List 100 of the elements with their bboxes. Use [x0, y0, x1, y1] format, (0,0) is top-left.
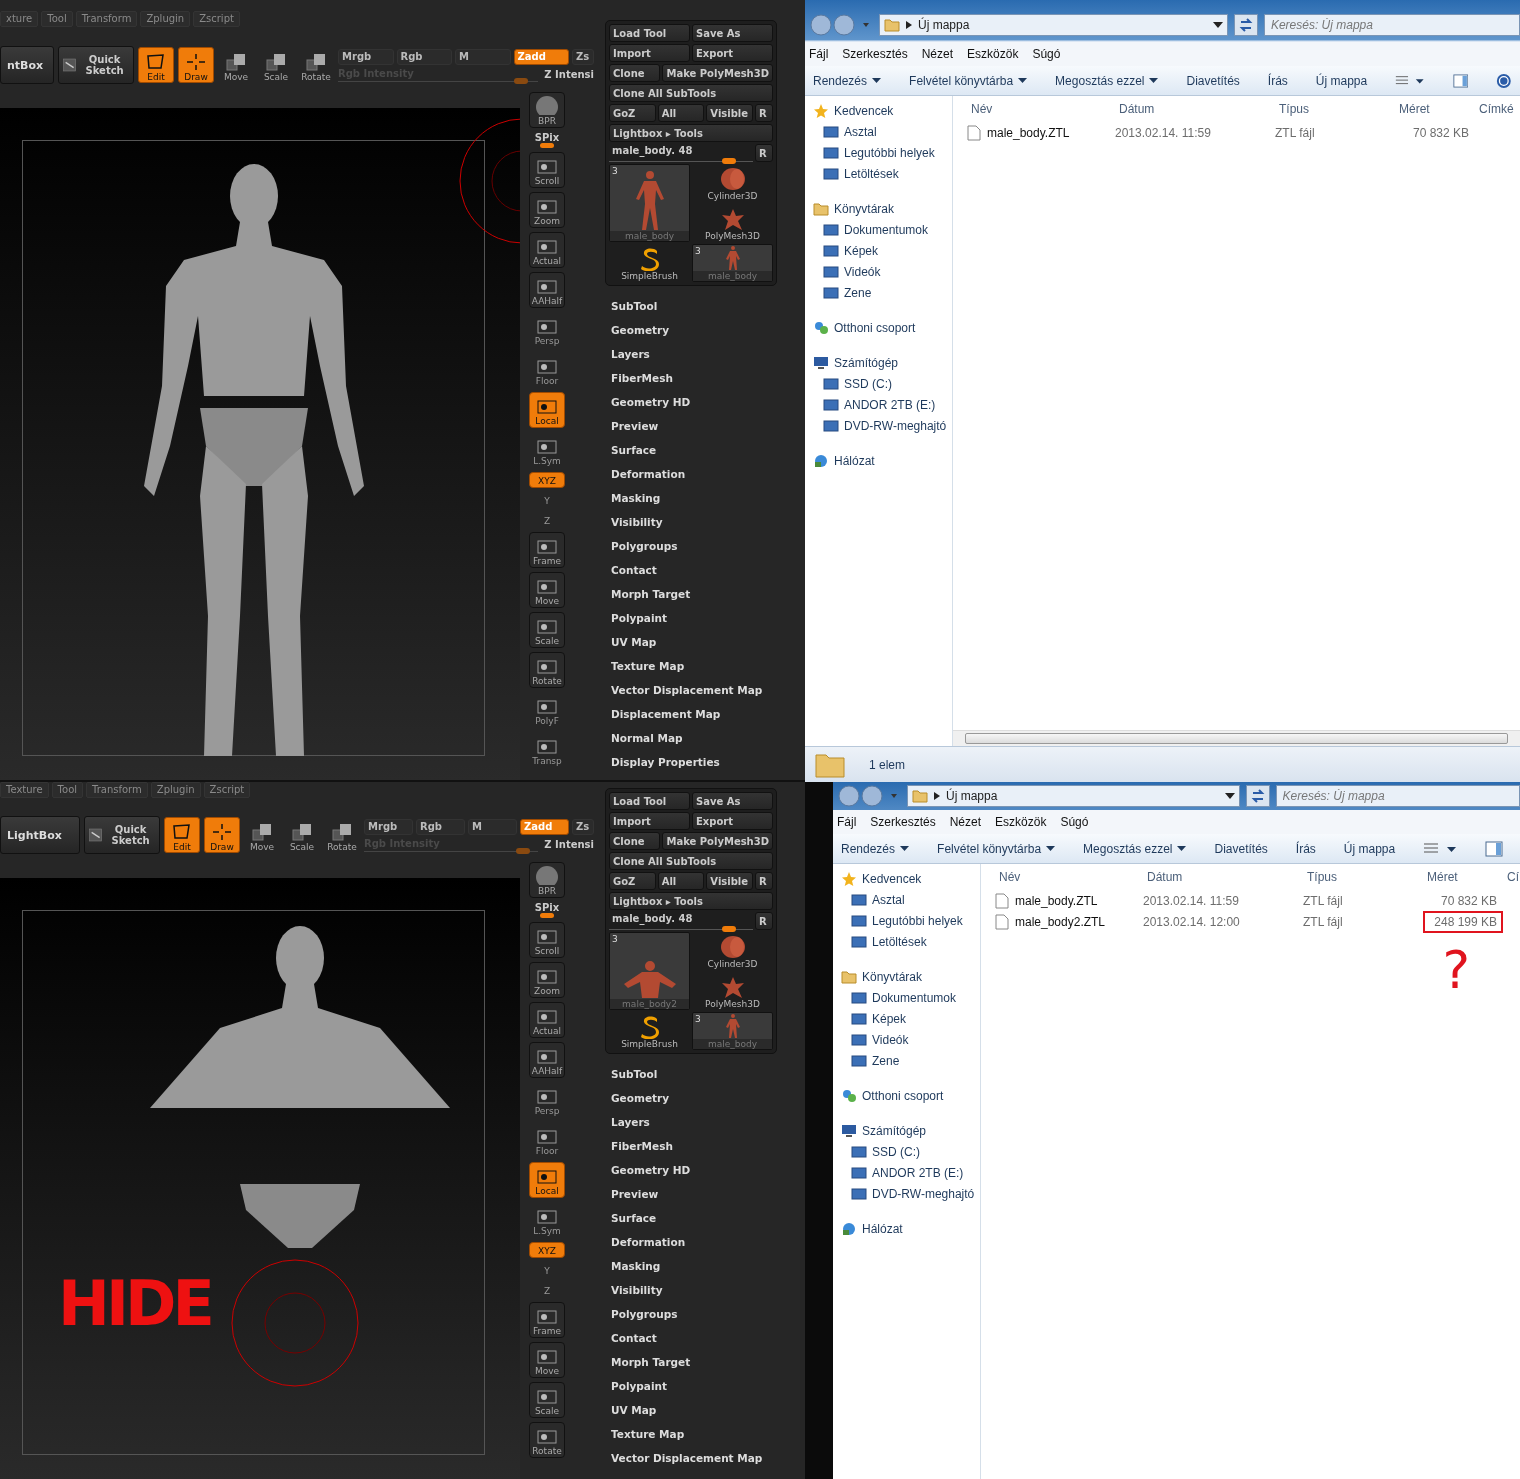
shelf-button[interactable]: Zoom: [529, 192, 565, 228]
refresh-icon[interactable]: [1233, 14, 1258, 36]
palette-section[interactable]: Geometry HD: [611, 1158, 777, 1182]
shelf-button[interactable]: Frame: [529, 532, 565, 568]
palette-button[interactable]: Visible: [706, 104, 753, 122]
nav-item[interactable]: Számítógép: [833, 1120, 980, 1141]
palette-button[interactable]: Make PolyMesh3D: [662, 832, 773, 850]
palette-button[interactable]: Save As: [692, 792, 773, 810]
palette-section[interactable]: Preview: [611, 414, 777, 438]
palette-section[interactable]: Displacement Map: [611, 702, 777, 726]
tool-button[interactable]: Scale: [258, 47, 294, 83]
menu-item[interactable]: Tool: [41, 11, 73, 27]
column-header[interactable]: Típus: [1303, 864, 1423, 890]
refresh-icon[interactable]: [1245, 785, 1270, 807]
slider-thumb[interactable]: [540, 143, 554, 148]
tool-button[interactable]: Edit: [138, 47, 174, 83]
mode-button[interactable]: Zs: [572, 818, 594, 835]
palette-section[interactable]: Geometry: [611, 1086, 777, 1110]
shelf-button[interactable]: Local: [529, 392, 565, 428]
nav-item[interactable]: ANDOR 2TB (E:): [805, 394, 952, 415]
palette-section[interactable]: Visibility: [611, 1278, 777, 1302]
shelf-button[interactable]: BPR: [529, 862, 565, 898]
palette-section[interactable]: Normal Map: [611, 726, 777, 750]
menu-item[interactable]: Fájl: [809, 47, 829, 61]
column-header[interactable]: Dátum: [1143, 864, 1303, 890]
palette-button[interactable]: Clone All SubTools: [609, 852, 773, 870]
shelf-button[interactable]: Rotate: [529, 652, 565, 688]
nav-item[interactable]: Kedvencek: [833, 868, 980, 889]
palette-section[interactable]: Deformation: [611, 462, 777, 486]
nav-item[interactable]: Számítógép: [805, 352, 952, 373]
shelf-button[interactable]: Actual: [529, 232, 565, 268]
palette-section[interactable]: Contact: [611, 558, 777, 582]
palette-button[interactable]: Load Tool: [609, 24, 690, 42]
nav-item[interactable]: DVD-RW-meghajtó: [805, 415, 952, 436]
tool-button[interactable]: Draw: [178, 47, 214, 83]
nav-item[interactable]: Videók: [833, 1029, 980, 1050]
shelf-button[interactable]: PolyF: [529, 692, 565, 728]
toolbar-button[interactable]: Rendezés: [841, 841, 910, 856]
view-options-icon[interactable]: [1423, 841, 1458, 856]
shelf-button[interactable]: Move: [529, 1342, 565, 1378]
palette-section[interactable]: Vector Displacement Map: [611, 678, 777, 702]
mode-button[interactable]: Mrgb: [338, 48, 394, 65]
nav-item[interactable]: Letöltések: [833, 931, 980, 952]
toolbar-button[interactable]: Felvétel könyvtárba: [909, 73, 1028, 88]
palette-button[interactable]: All: [657, 872, 705, 890]
address-bar[interactable]: Új mappa: [879, 14, 1228, 36]
nav-item[interactable]: Videók: [805, 261, 952, 282]
shelf-button[interactable]: Local: [529, 1162, 565, 1198]
palette-section[interactable]: Masking: [611, 1254, 777, 1278]
toolbar-button[interactable]: Rendezés: [813, 73, 882, 88]
tool-thumbnail[interactable]: PolyMesh3D: [692, 972, 773, 1010]
menu-item[interactable]: Szerkesztés: [842, 47, 908, 61]
shelf-button[interactable]: L.Sym: [529, 432, 565, 468]
mode-button[interactable]: Rgb: [416, 818, 465, 835]
shelf-button[interactable]: Scroll: [529, 152, 565, 188]
column-header[interactable]: Méret: [1423, 864, 1503, 890]
mode-button[interactable]: Mrgb: [364, 818, 413, 835]
shelf-button[interactable]: L.Sym: [529, 1202, 565, 1238]
shelf-button[interactable]: Persp: [529, 1082, 565, 1118]
file-row[interactable]: male_body.ZTL 2013.02.14. 11:59 ZTL fájl 70 832 KB: [981, 890, 1520, 911]
nav-item[interactable]: Kedvencek: [805, 100, 952, 121]
nav-item[interactable]: Könyvtárak: [805, 198, 952, 219]
shelf-button[interactable]: XYZ: [529, 472, 565, 488]
tool-button[interactable]: Rotate: [324, 817, 360, 853]
search-field[interactable]: Keresés: Új mappa: [1275, 785, 1520, 807]
menu-item[interactable]: Fájl: [837, 815, 857, 829]
menu-item[interactable]: Nézet: [949, 815, 982, 829]
nav-item[interactable]: ANDOR 2TB (E:): [833, 1162, 980, 1183]
nav-item[interactable]: Könyvtárak: [833, 966, 980, 987]
menu-item[interactable]: Eszközök: [995, 815, 1047, 829]
tool-thumbnail[interactable]: 3 male_body: [692, 244, 773, 282]
nav-item[interactable]: Otthoni csoport: [833, 1085, 980, 1106]
viewport-canvas[interactable]: HIDE: [0, 878, 520, 1479]
slider-thumb[interactable]: [721, 926, 736, 932]
palette-section[interactable]: Geometry: [611, 318, 777, 342]
palette-button[interactable]: Export: [692, 812, 773, 830]
menu-item[interactable]: Súgó: [1060, 815, 1089, 829]
menu-item[interactable]: Zscript: [193, 11, 240, 27]
shelf-button[interactable]: Scroll: [529, 922, 565, 958]
palette-button[interactable]: R: [755, 872, 773, 890]
palette-button[interactable]: Clone: [609, 64, 661, 82]
tool-button[interactable]: Edit: [164, 817, 200, 853]
shelf-button[interactable]: AAHalf: [529, 1042, 565, 1078]
shelf-button[interactable]: Move: [529, 572, 565, 608]
menu-item[interactable]: Eszközök: [967, 47, 1019, 61]
toolbar-button[interactable]: Megosztás ezzel: [1083, 841, 1187, 856]
file-row[interactable]: male_body.ZTL 2013.02.14. 11:59 ZTL fájl 70 832 KB: [953, 122, 1520, 143]
menu-item[interactable]: Szerkesztés: [870, 815, 936, 829]
palette-button[interactable]: Clone: [609, 832, 661, 850]
slider-thumb[interactable]: [515, 847, 530, 854]
lightbox-button[interactable]: ntBox: [0, 46, 54, 84]
tool-button[interactable]: Rotate: [298, 47, 334, 83]
palette-section[interactable]: Surface: [611, 438, 777, 462]
palette-section[interactable]: UV Map: [611, 1398, 777, 1422]
palette-section[interactable]: Polygroups: [611, 534, 777, 558]
palette-button[interactable]: Export: [692, 44, 773, 62]
shelf-button[interactable]: Floor: [529, 352, 565, 388]
menu-item[interactable]: xture: [0, 11, 39, 27]
palette-section[interactable]: Geometry HD: [611, 390, 777, 414]
toolbar-button[interactable]: Új mappa: [1343, 841, 1396, 856]
